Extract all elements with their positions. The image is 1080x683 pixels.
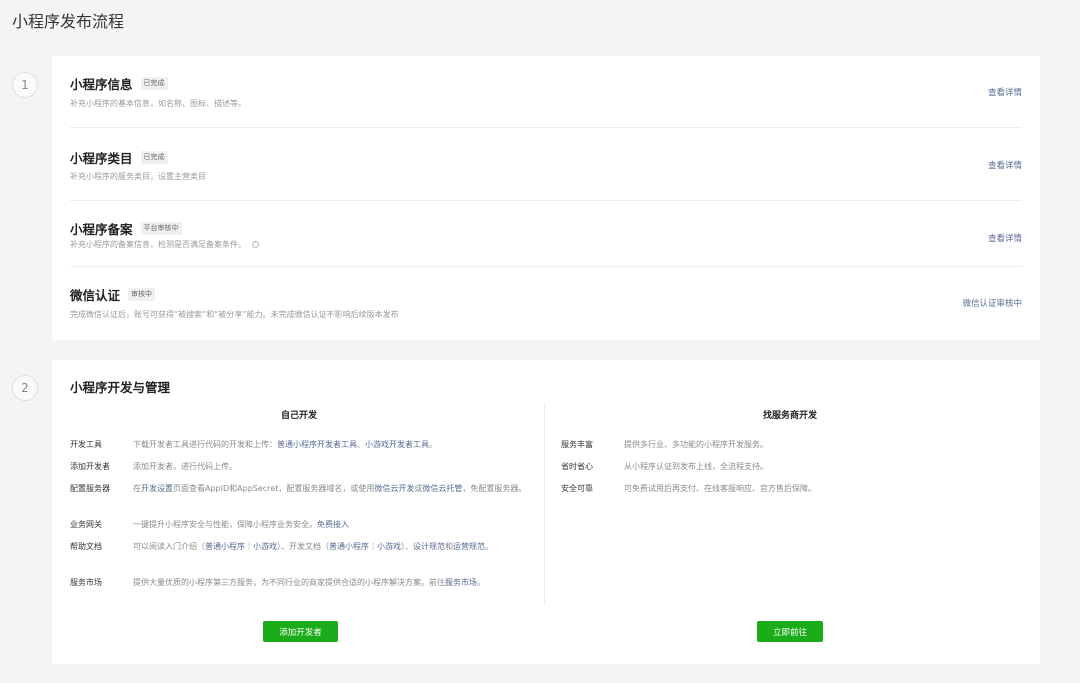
item-config-server: 配置服务器 在开发设置页面查看AppID和AppSecret，配置服务器域名，或…: [70, 484, 527, 493]
service-market-link[interactable]: 服务市场: [445, 578, 477, 587]
operation-spec-link[interactable]: 运营规范: [453, 542, 485, 551]
step-row-info: 小程序信息 已完成 补充小程序的基本信息，如名称、图标、描述等。 查看详情: [70, 56, 1022, 128]
free-access-link[interactable]: 免费接入: [317, 520, 349, 529]
row-title: 微信认证: [70, 288, 121, 303]
info-icon[interactable]: ?: [251, 241, 259, 248]
row-title: 小程序类目: [70, 151, 133, 166]
go-now-button[interactable]: 立即前往: [757, 621, 823, 642]
step-number-1: 1: [12, 72, 38, 98]
item-help-docs: 帮助文档 可以阅读入门介绍（普通小程序｜小游戏）、开发文档（普通小程序｜小游戏）…: [70, 542, 493, 551]
step-row-wechat-verify: 微信认证 审核中 完成微信认证后，账号可获得“被搜索”和“被分享”能力。未完成微…: [70, 267, 1022, 340]
step-row-filing: 小程序备案 平台审核中 补充小程序的备案信息，检测是否满足备案条件。 ? 查看详…: [70, 201, 1022, 267]
section-title: 小程序开发与管理: [70, 380, 171, 395]
row-desc: 完成微信认证后，账号可获得“被搜索”和“被分享”能力。未完成微信认证不影响后续版…: [70, 310, 399, 319]
design-spec-link[interactable]: 设计规范: [413, 542, 445, 551]
doc-game-link[interactable]: 小游戏: [377, 542, 401, 551]
doc-ordinary-link[interactable]: 普通小程序: [329, 542, 369, 551]
page-title: 小程序发布流程: [12, 12, 125, 31]
status-badge: 已完成: [140, 151, 168, 164]
add-developer-button[interactable]: 添加开发者: [263, 621, 338, 642]
status-badge: 平台审核中: [140, 222, 182, 235]
view-details-link[interactable]: 查看详情: [988, 86, 1022, 98]
cloud-hosting-link[interactable]: 微信云托管: [422, 484, 462, 493]
intro-ordinary-link[interactable]: 普通小程序: [205, 542, 245, 551]
service-provider-title: 找服务商开发: [762, 411, 817, 421]
row-desc: 补充小程序的服务类目，设置主营类目: [70, 172, 206, 181]
game-devtool-link[interactable]: 小游戏开发者工具: [365, 440, 429, 449]
view-details-link[interactable]: 查看详情: [988, 232, 1022, 244]
dev-settings-link[interactable]: 开发设置: [141, 484, 173, 493]
row-title: 小程序信息: [70, 77, 133, 92]
view-details-link[interactable]: 查看详情: [988, 159, 1022, 171]
step-row-category: 小程序类目 已完成 补充小程序的服务类目，设置主营类目 查看详情: [70, 128, 1022, 201]
status-badge: 已完成: [140, 77, 168, 90]
row-title: 小程序备案: [70, 222, 133, 237]
row-desc: 补充小程序的备案信息，检测是否满足备案条件。: [70, 240, 246, 249]
row-desc: 补充小程序的基本信息，如名称、图标、描述等。: [70, 99, 246, 108]
cloud-dev-link[interactable]: 微信云开发: [374, 484, 414, 493]
verify-status-link[interactable]: 微信认证审核中: [962, 297, 1022, 309]
dev-management-card: 小程序开发与管理 自己开发 找服务商开发 开发工具 下载开发者工具进行代码的开发…: [52, 360, 1040, 664]
step-number-2: 2: [12, 375, 38, 401]
publish-steps-card: 小程序信息 已完成 补充小程序的基本信息，如名称、图标、描述等。 查看详情 小程…: [52, 56, 1040, 340]
self-develop-title: 自己开发: [280, 411, 317, 421]
column-divider: [544, 404, 545, 604]
status-badge: 审核中: [128, 288, 156, 301]
intro-game-link[interactable]: 小游戏: [253, 542, 277, 551]
item-service-market: 服务市场 提供大量优质的小程序第三方服务，为不同行业的商家提供合适的小程序解决方…: [70, 578, 485, 587]
ordinary-devtool-link[interactable]: 普通小程序开发者工具: [277, 440, 357, 449]
